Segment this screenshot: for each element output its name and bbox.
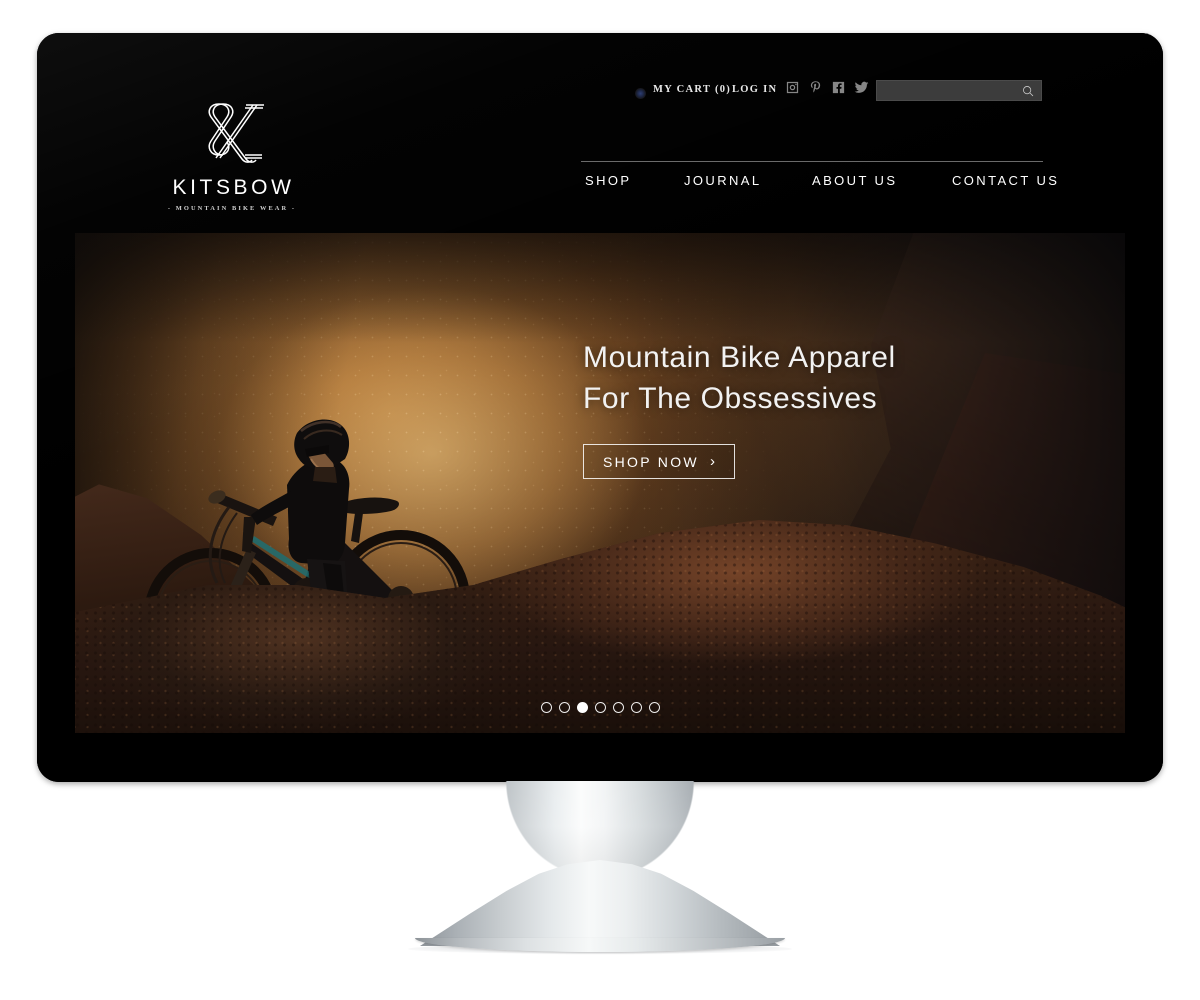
nav-item-shop[interactable]: SHOP xyxy=(585,173,631,188)
twitter-icon[interactable] xyxy=(854,80,869,95)
hero-carousel: Mountain Bike Apparel For The Obssessive… xyxy=(75,233,1125,733)
pinterest-icon[interactable] xyxy=(808,80,823,95)
site-logo[interactable]: KITSBOW - MOUNTAIN BIKE WEAR - xyxy=(152,95,312,212)
hero-copy: Mountain Bike Apparel For The Obssessive… xyxy=(583,337,1013,479)
chevron-right-icon: › xyxy=(709,453,718,470)
shop-now-button[interactable]: SHOP NOW › xyxy=(583,444,736,479)
nav-item-about-us[interactable]: ABOUT US xyxy=(812,173,897,188)
main-navigation: SHOP JOURNAL ABOUT US CONTACT US xyxy=(581,173,1057,199)
carousel-dot-3[interactable] xyxy=(576,702,588,713)
search-box[interactable] xyxy=(876,80,1042,101)
log-in-link[interactable]: LOG IN xyxy=(732,84,777,95)
webcam-dot xyxy=(635,88,646,99)
social-links xyxy=(785,80,869,95)
instagram-icon[interactable] xyxy=(785,80,800,95)
my-cart-link[interactable]: MY CART (0) xyxy=(653,84,731,95)
shop-now-label: SHOP NOW xyxy=(603,453,699,470)
nav-item-contact-us[interactable]: CONTACT US xyxy=(952,173,1059,188)
carousel-dot-2[interactable] xyxy=(558,702,570,713)
search-input[interactable] xyxy=(877,81,1019,100)
nav-item-journal[interactable]: JOURNAL xyxy=(684,173,761,188)
nav-divider xyxy=(581,161,1043,162)
hero-headline-line-1: Mountain Bike Apparel xyxy=(583,341,896,374)
carousel-dot-1[interactable] xyxy=(540,702,552,713)
search-icon[interactable] xyxy=(1021,83,1037,99)
logo-wordmark: KITSBOW xyxy=(172,176,295,199)
carousel-dot-7[interactable] xyxy=(648,702,660,713)
hero-headline-line-2: For The Obssessives xyxy=(583,382,878,415)
kitsbow-k-monogram-icon xyxy=(152,95,312,173)
facebook-icon[interactable] xyxy=(831,80,846,95)
carousel-dot-4[interactable] xyxy=(594,702,606,713)
logo-tagline: - MOUNTAIN BIKE WEAR - xyxy=(167,205,297,212)
carousel-dots xyxy=(75,702,1125,713)
desktop-monitor: MY CART (0) LOG IN KITSBOW - MOUNTAIN BI… xyxy=(37,33,1163,782)
monitor-screen: MY CART (0) LOG IN KITSBOW - MOUNTAIN BI… xyxy=(37,33,1163,782)
monitor-stand-flare xyxy=(420,860,780,946)
carousel-dot-5[interactable] xyxy=(612,702,624,713)
carousel-dot-6[interactable] xyxy=(630,702,642,713)
